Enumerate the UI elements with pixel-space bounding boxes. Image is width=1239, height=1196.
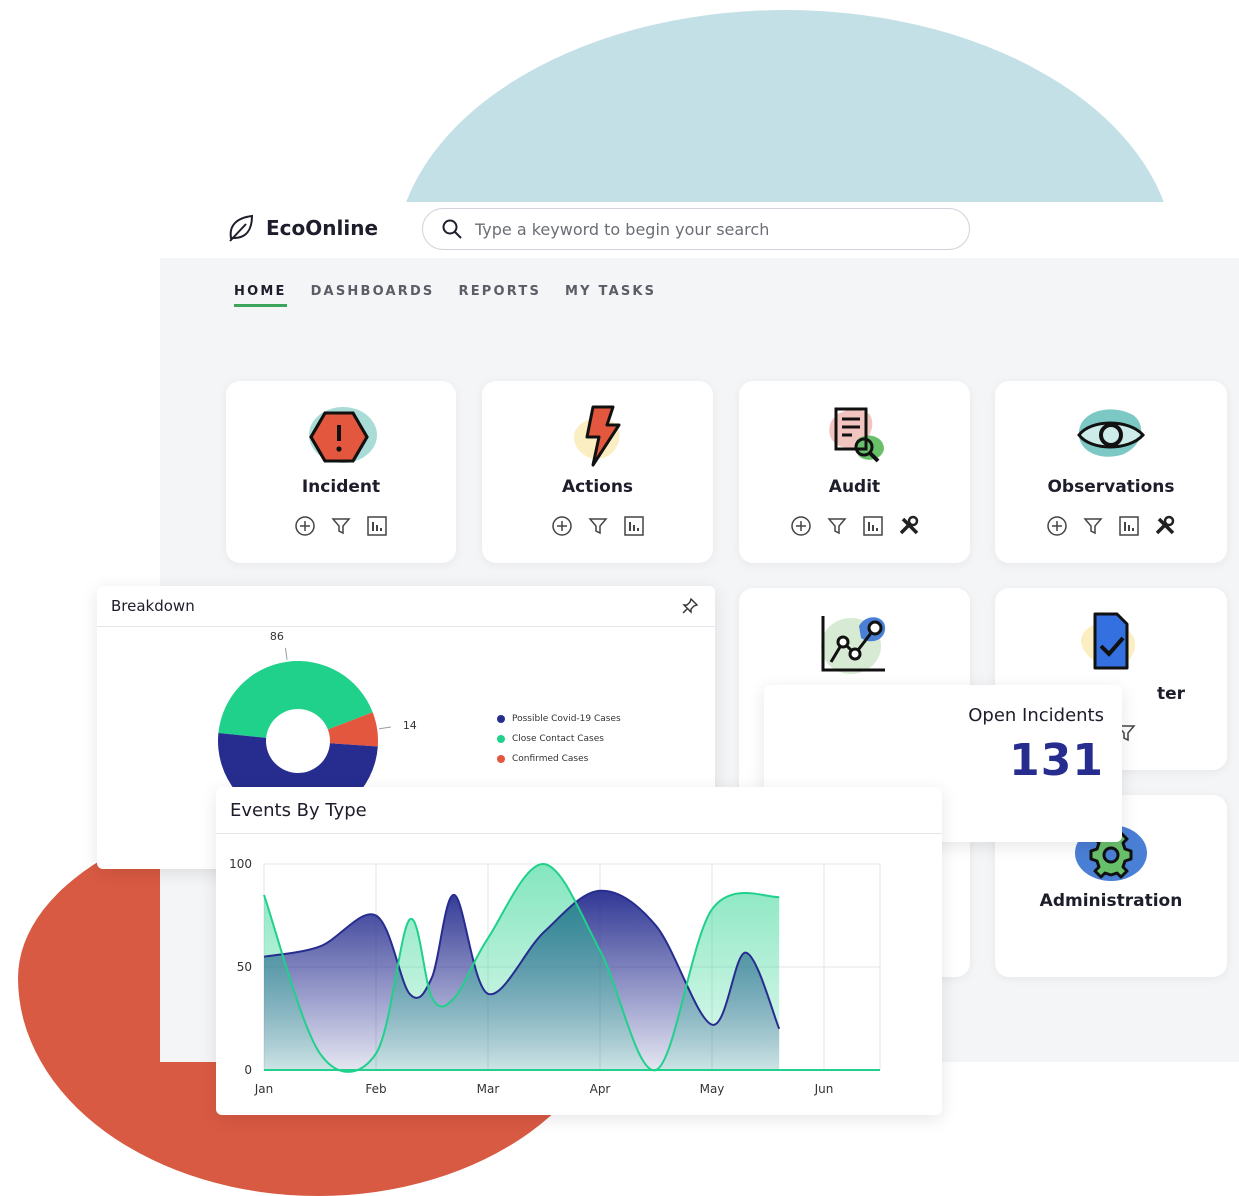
breakdown-legend: Possible Covid-19 Cases Close Contact Ca… [497, 714, 621, 774]
y-tick-label: 100 [229, 857, 252, 871]
logo[interactable]: EcoOnline [226, 212, 378, 244]
chart-icon[interactable] [366, 515, 388, 537]
x-tick-label: May [700, 1082, 725, 1096]
module-title: Audit [828, 477, 881, 497]
legend-label: Confirmed Cases [512, 754, 589, 764]
tab-my-tasks[interactable]: MY TASKS [565, 284, 656, 307]
panel-title: Events By Type [230, 799, 367, 821]
search-input[interactable]: Type a keyword to begin your search [475, 220, 769, 239]
lightning-icon [573, 405, 620, 467]
tab-home[interactable]: HOME [234, 284, 287, 307]
tools-icon[interactable] [898, 515, 920, 537]
chart-icon[interactable] [1118, 515, 1140, 537]
module-title: Administration [1039, 891, 1183, 911]
document-check-icon [1081, 612, 1136, 670]
leader-line [284, 647, 288, 660]
events-by-type-panel: Events By Type Jan Feb Mar Apr May Jun 100 50 0 [216, 787, 942, 1115]
warning-icon [309, 407, 377, 463]
search-icon [442, 219, 462, 239]
module-actions [995, 515, 1227, 537]
legend-item: Close Contact Cases [497, 734, 621, 744]
panel-title: Breakdown [111, 597, 195, 615]
panel-header: Events By Type [216, 787, 942, 834]
x-tick-label: Jan [254, 1082, 274, 1096]
eye-icon [1077, 409, 1145, 457]
module-title: Incident [301, 477, 381, 497]
y-tick-label: 50 [237, 960, 252, 974]
legend-swatch [497, 715, 505, 723]
data-label: 86 [270, 630, 284, 643]
filter-icon[interactable] [587, 515, 609, 537]
chart-icon[interactable] [862, 515, 884, 537]
open-incidents-value: 131 [1009, 735, 1104, 786]
main-nav: HOME DASHBOARDS REPORTS MY TASKS [234, 284, 656, 307]
add-icon[interactable] [790, 515, 812, 537]
events-area-chart: Jan Feb Mar Apr May Jun 100 50 0 [229, 857, 881, 1096]
top-bar: EcoOnline Type a keyword to begin your s… [160, 202, 1239, 258]
module-actions [482, 515, 713, 537]
module-card-actions[interactable]: Actions [482, 381, 713, 563]
app-name: EcoOnline [266, 216, 379, 240]
module-card-observations[interactable]: Observations [995, 381, 1227, 563]
leader-line [379, 726, 392, 730]
legend-item: Possible Covid-19 Cases [497, 714, 621, 724]
pin-icon[interactable] [681, 597, 699, 615]
audit-document-icon [828, 407, 884, 463]
legend-label: Close Contact Cases [512, 734, 604, 744]
module-card-audit[interactable]: Audit [739, 381, 970, 563]
module-actions [226, 515, 456, 537]
x-tick-label: Apr [590, 1082, 611, 1096]
add-icon[interactable] [1046, 515, 1068, 537]
x-tick-label: Mar [477, 1082, 500, 1096]
legend-item: Confirmed Cases [497, 754, 621, 764]
filter-icon[interactable] [330, 515, 352, 537]
add-icon[interactable] [551, 515, 573, 537]
analytics-graph-icon [820, 616, 885, 674]
module-card-incident[interactable]: Incident [226, 381, 456, 563]
x-tick-label: Feb [365, 1082, 386, 1096]
search-box[interactable]: Type a keyword to begin your search [422, 208, 970, 250]
leaf-logo-icon [229, 214, 254, 242]
y-tick-label: 0 [244, 1063, 252, 1077]
open-incidents-title: Open Incidents [968, 705, 1104, 726]
data-label: 14 [403, 719, 417, 732]
legend-swatch [497, 755, 505, 763]
module-title: Observations [1047, 477, 1175, 497]
legend-label: Possible Covid-19 Cases [512, 714, 621, 724]
module-actions [739, 515, 970, 537]
tools-icon[interactable] [1154, 515, 1176, 537]
chart-icon[interactable] [623, 515, 645, 537]
filter-icon[interactable] [826, 515, 848, 537]
panel-header: Breakdown [97, 586, 715, 627]
tab-dashboards[interactable]: DASHBOARDS [311, 284, 435, 307]
module-title: Actions [561, 477, 634, 497]
x-tick-label: Jun [814, 1082, 834, 1096]
tab-reports[interactable]: REPORTS [459, 284, 542, 307]
add-icon[interactable] [294, 515, 316, 537]
legend-swatch [497, 735, 505, 743]
filter-icon[interactable] [1082, 515, 1104, 537]
